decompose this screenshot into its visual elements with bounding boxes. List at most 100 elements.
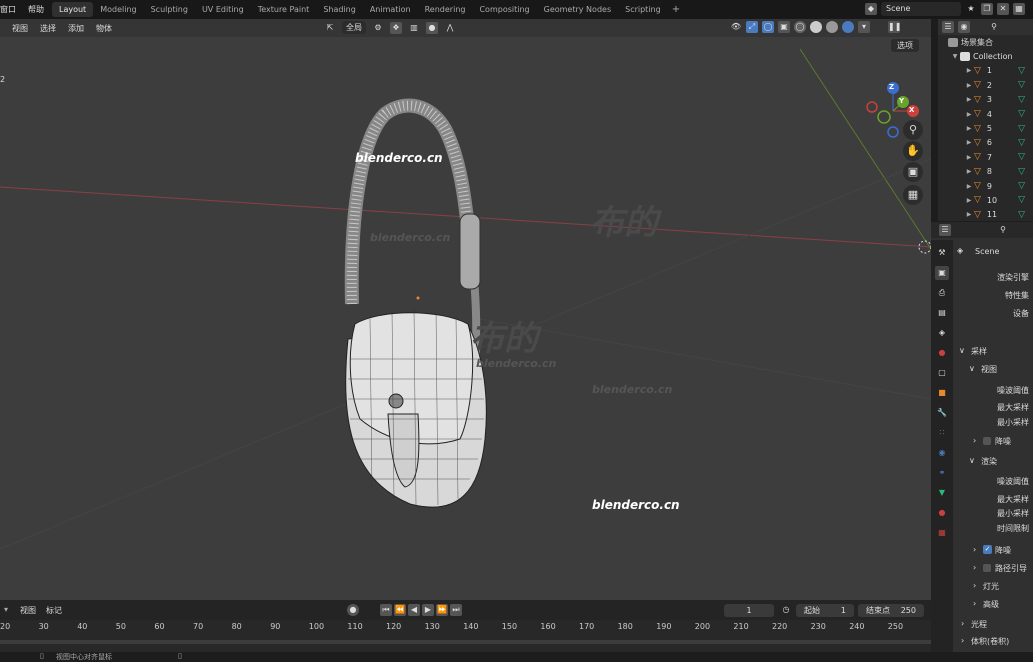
scene-collection-row[interactable]: 场景集合 bbox=[938, 35, 1033, 49]
expand-icon[interactable]: ▼ bbox=[950, 53, 960, 60]
output-tab-icon[interactable]: ⎙ bbox=[935, 286, 949, 300]
mesh-data-icon[interactable]: ▽ bbox=[1018, 66, 1025, 76]
viewport-subpanel-header[interactable]: 视图 bbox=[981, 364, 997, 375]
chevron-right-icon[interactable]: › bbox=[973, 436, 976, 445]
tab-shading[interactable]: Shading bbox=[316, 2, 363, 17]
end-frame-field[interactable]: 结束点 250 bbox=[858, 604, 924, 617]
render-subpanel-header[interactable]: 渲染 bbox=[981, 456, 997, 467]
outliner-object-row[interactable]: ▶ ▽ 1 ▽ bbox=[938, 64, 1033, 78]
collection-row[interactable]: ▼ Collection bbox=[938, 49, 1033, 63]
collection-tab-icon[interactable]: ▢ bbox=[935, 366, 949, 380]
orientation-dropdown[interactable]: 全局 bbox=[342, 21, 366, 34]
play-icon[interactable]: ▶ bbox=[422, 604, 434, 616]
expand-icon[interactable]: ▶ bbox=[964, 183, 974, 190]
tab-compositing[interactable]: Compositing bbox=[472, 2, 536, 17]
expand-icon[interactable]: ▶ bbox=[964, 82, 974, 89]
jump-prev-key-icon[interactable]: ⏪ bbox=[394, 604, 406, 616]
menu-object[interactable]: 物体 bbox=[96, 23, 112, 34]
gizmo-y-label[interactable]: Y bbox=[899, 97, 904, 105]
current-frame-field[interactable]: 1 bbox=[724, 604, 774, 617]
tab-uv-editing[interactable]: UV Editing bbox=[195, 2, 251, 17]
search-icon[interactable]: ⚲ bbox=[997, 224, 1009, 236]
view-layer-tab-icon[interactable]: ▤ bbox=[935, 306, 949, 320]
camera-icon[interactable]: ▣ bbox=[903, 162, 923, 182]
chevron-right-icon[interactable]: › bbox=[973, 545, 976, 554]
viewport-denoise-checkbox[interactable] bbox=[983, 437, 991, 445]
render-denoise-checkbox[interactable]: ✓ bbox=[983, 545, 992, 554]
tab-layout[interactable]: Layout bbox=[52, 2, 94, 17]
jump-next-key-icon[interactable]: ⏩ bbox=[436, 604, 448, 616]
mesh-data-icon[interactable]: ▽ bbox=[1018, 80, 1025, 90]
physics-tab-icon[interactable]: ◉ bbox=[935, 446, 949, 460]
outliner-object-row[interactable]: ▶ ▽ 10 ▽ bbox=[938, 193, 1033, 207]
chevron-down-icon[interactable]: ▾ bbox=[4, 605, 8, 614]
menu-add[interactable]: 添加 bbox=[68, 23, 84, 34]
clock-icon[interactable]: ◷ bbox=[780, 604, 792, 616]
timeline-scrollbar[interactable] bbox=[0, 640, 931, 644]
pan-hand-icon[interactable]: ✋ bbox=[903, 141, 923, 161]
search-icon[interactable]: ⚲ bbox=[988, 21, 1000, 33]
jump-end-icon[interactable]: ⏭ bbox=[450, 604, 462, 616]
chevron-down-icon[interactable]: ∨ bbox=[969, 456, 975, 465]
gizmo-x-label[interactable]: X bbox=[909, 106, 914, 114]
outliner-object-row[interactable]: ▶ ▽ 7 ▽ bbox=[938, 150, 1033, 164]
world-tab-icon[interactable]: ● bbox=[935, 346, 949, 360]
volumes-panel-header[interactable]: 体积(卷积) bbox=[971, 636, 1009, 647]
mesh-data-icon[interactable]: ▽ bbox=[1018, 181, 1025, 191]
pin-icon[interactable]: ★ bbox=[965, 3, 977, 15]
expand-icon[interactable]: ▶ bbox=[964, 139, 974, 146]
material-shading-icon[interactable] bbox=[826, 21, 838, 33]
expand-icon[interactable]: ▶ bbox=[964, 211, 974, 218]
expand-icon[interactable]: ▶ bbox=[964, 168, 974, 175]
wireframe-shading-icon[interactable]: ◯ bbox=[794, 21, 806, 33]
mesh-data-icon[interactable]: ▽ bbox=[1018, 138, 1025, 148]
data-tab-icon[interactable]: ▼ bbox=[935, 486, 949, 500]
properties-editor-icon[interactable]: ☰ bbox=[939, 224, 951, 236]
expand-icon[interactable]: ▶ bbox=[964, 96, 974, 103]
light-paths-panel-header[interactable]: 光程 bbox=[971, 619, 987, 630]
tab-rendering[interactable]: Rendering bbox=[418, 2, 473, 17]
jump-start-icon[interactable]: ⏮ bbox=[380, 604, 392, 616]
options-button[interactable]: 选项 bbox=[891, 39, 919, 52]
mesh-data-icon[interactable]: ▽ bbox=[1018, 124, 1025, 134]
texture-tab-icon[interactable]: ▦ bbox=[935, 526, 949, 540]
scene-name-field[interactable]: Scene bbox=[881, 2, 961, 16]
timeline-menu-view[interactable]: 视图 bbox=[20, 605, 36, 616]
mesh-data-icon[interactable]: ▽ bbox=[1018, 95, 1025, 105]
menu-help[interactable]: 帮助 bbox=[28, 4, 44, 15]
tab-sculpting[interactable]: Sculpting bbox=[144, 2, 195, 17]
copy-icon[interactable]: ❐ bbox=[981, 3, 993, 15]
grid-view-icon[interactable]: ▦ bbox=[903, 185, 923, 205]
gizmo-toggle-icon[interactable]: ⤢ bbox=[746, 21, 758, 33]
outliner-object-row[interactable]: ▶ ▽ 2 ▽ bbox=[938, 78, 1033, 92]
overlay-toggle-icon[interactable]: ◯ bbox=[762, 21, 774, 33]
chevron-right-icon[interactable]: › bbox=[961, 636, 964, 645]
shading-options-icon[interactable]: ▾ bbox=[858, 21, 870, 33]
chevron-right-icon[interactable]: › bbox=[973, 581, 976, 590]
scene-icon[interactable]: ◆ bbox=[865, 3, 877, 15]
close-icon[interactable]: ✕ bbox=[997, 3, 1009, 15]
outliner-object-row[interactable]: ▶ ▽ 9 ▽ bbox=[938, 179, 1033, 193]
modifier-tab-icon[interactable]: 🔧 bbox=[935, 406, 949, 420]
outliner-object-row[interactable]: ▶ ▽ 6 ▽ bbox=[938, 136, 1033, 150]
expand-icon[interactable]: ▶ bbox=[964, 154, 974, 161]
display-mode-icon[interactable]: ◉ bbox=[958, 21, 970, 33]
proportional-icon[interactable]: ● bbox=[426, 21, 438, 34]
chevron-right-icon[interactable]: › bbox=[961, 619, 964, 628]
view-layer-icon[interactable]: ▦ bbox=[1013, 3, 1025, 15]
pivot-icon[interactable]: ⚙ bbox=[372, 22, 384, 34]
tool-tab-icon[interactable]: ⚒ bbox=[935, 246, 949, 260]
tab-modeling[interactable]: Modeling bbox=[93, 2, 143, 17]
chevron-down-icon[interactable]: ∨ bbox=[959, 346, 965, 355]
play-reverse-icon[interactable]: ◀ bbox=[408, 604, 420, 616]
expand-icon[interactable]: ▶ bbox=[964, 125, 974, 132]
outliner-object-row[interactable]: ▶ ▽ 3 ▽ bbox=[938, 93, 1033, 107]
tab-texture-paint[interactable]: Texture Paint bbox=[251, 2, 317, 17]
lights-subpanel-header[interactable]: 灯光 bbox=[983, 581, 999, 592]
material-tab-icon[interactable]: ● bbox=[935, 506, 949, 520]
snap-target-icon[interactable]: ▥ bbox=[408, 22, 420, 34]
menu-window[interactable]: 窗口 bbox=[0, 4, 16, 15]
menu-select[interactable]: 选择 bbox=[40, 23, 56, 34]
object-tab-icon[interactable]: ■ bbox=[935, 386, 949, 400]
tab-animation[interactable]: Animation bbox=[363, 2, 418, 17]
